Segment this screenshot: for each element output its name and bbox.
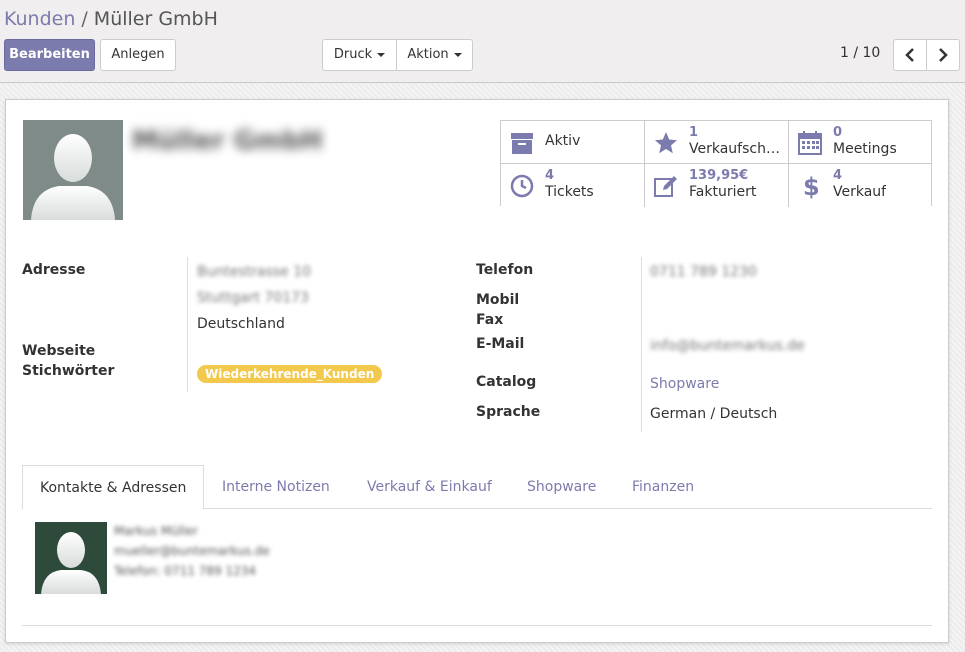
meetings-stat-button[interactable]: 0 Meetings	[789, 121, 931, 164]
language-value: German / Deutsch	[650, 406, 778, 422]
fax-label: Fax	[476, 312, 504, 328]
action-label: Aktion	[407, 47, 449, 62]
active-label: Aktiv	[545, 133, 581, 149]
website-label: Webseite	[22, 343, 96, 359]
opportunities-label: Verkaufschancen	[689, 141, 787, 157]
catalog-link[interactable]: Shopware	[650, 376, 719, 392]
partner-name: Müller GmbH	[132, 126, 323, 156]
opportunities-count: 1	[689, 125, 699, 140]
left-column-separator	[187, 257, 188, 392]
create-button[interactable]: Anlegen	[100, 39, 176, 71]
contact-phone: Telefon: 0711 789 1234	[114, 564, 257, 578]
tickets-count: 4	[545, 168, 555, 183]
calendar-icon	[798, 131, 822, 155]
contact-name[interactable]: Markus Müller	[114, 524, 198, 538]
caret-down-icon	[377, 52, 386, 57]
star-icon	[655, 132, 677, 154]
divider	[22, 625, 932, 626]
sales-count: 4	[833, 168, 843, 183]
dollar-icon: $	[803, 173, 820, 199]
phone-value[interactable]: 0711 789 1230	[650, 264, 757, 280]
tab-finance[interactable]: Finanzen	[615, 465, 711, 509]
person-placeholder-icon	[41, 532, 101, 594]
clock-icon	[510, 174, 534, 198]
tag-badge[interactable]: Wiederkehrende_Kunden	[197, 365, 383, 383]
invoiced-label: Fakturiert	[689, 184, 757, 200]
invoiced-amount: 139,95€	[689, 168, 749, 183]
edit-button[interactable]: Bearbeiten	[4, 39, 95, 71]
svg-text:$: $	[803, 173, 820, 199]
print-label: Druck	[333, 47, 373, 62]
catalog-label: Catalog	[476, 374, 537, 390]
tab-shopware[interactable]: Shopware	[510, 465, 613, 509]
caret-down-icon	[453, 52, 462, 57]
pager-previous-button[interactable]	[893, 39, 927, 71]
active-toggle-button[interactable]: Aktiv	[501, 121, 645, 164]
invoiced-stat-button[interactable]: 139,95€ Fakturiert	[645, 164, 789, 207]
notebook-tabs: Kontakte & Adressen Interne Notizen Verk…	[22, 465, 932, 510]
address-city: Stuttgart 70173	[197, 290, 309, 306]
meetings-label: Meetings	[833, 141, 897, 157]
breadcrumb-current: Müller GmbH	[93, 8, 218, 30]
sales-label: Verkauf	[833, 184, 887, 200]
tab-sales-purchase[interactable]: Verkauf & Einkauf	[350, 465, 509, 509]
breadcrumb-separator: /	[81, 8, 88, 30]
control-panel: Kunden / Müller GmbH Bearbeiten Anlegen Dr…	[0, 0, 965, 83]
sales-stat-button[interactable]: $ 4 Verkauf	[789, 164, 931, 207]
archive-icon	[511, 133, 533, 154]
breadcrumb: Kunden / Müller GmbH	[4, 6, 218, 32]
right-column-separator	[641, 257, 642, 432]
email-value[interactable]: info@buntemarkus.de	[650, 338, 805, 354]
address-country: Deutschland	[197, 316, 285, 332]
chevron-left-icon	[905, 48, 914, 62]
chevron-right-icon	[939, 48, 948, 62]
address-label: Adresse	[22, 262, 86, 278]
print-dropdown-button[interactable]: Druck	[322, 39, 397, 71]
language-label: Sprache	[476, 404, 541, 420]
opportunities-stat-button[interactable]: 1 Verkaufschancen	[645, 121, 789, 164]
tab-internal-notes[interactable]: Interne Notizen	[205, 465, 347, 509]
tags-label: Stichwörter	[22, 363, 115, 379]
tickets-label: Tickets	[545, 184, 594, 200]
person-placeholder-icon	[31, 134, 115, 220]
meetings-count: 0	[833, 125, 843, 140]
pager-next-button[interactable]	[926, 39, 960, 71]
breadcrumb-parent-link[interactable]: Kunden	[4, 8, 75, 30]
email-label: E-Mail	[476, 336, 525, 352]
partner-avatar[interactable]	[23, 120, 123, 220]
contact-avatar[interactable]	[35, 522, 107, 594]
action-dropdown-button[interactable]: Aktion	[396, 39, 473, 71]
phone-label: Telefon	[476, 262, 534, 278]
tab-contacts-addresses[interactable]: Kontakte & Adressen	[22, 465, 205, 510]
mobile-label: Mobil	[476, 292, 520, 308]
form-sheet: Müller GmbH Aktiv 1 Verkaufschancen 0 Me…	[5, 99, 949, 643]
pager-value[interactable]: 1 / 10	[840, 45, 880, 61]
contact-email: mueller@buntemarkus.de	[114, 544, 270, 558]
edit-icon	[654, 176, 677, 197]
address-street: Buntestrasse 10	[197, 264, 312, 280]
stat-button-box: Aktiv 1 Verkaufschancen 0 Meetings 4 Tic…	[500, 120, 932, 207]
tickets-stat-button[interactable]: 4 Tickets	[501, 164, 645, 207]
